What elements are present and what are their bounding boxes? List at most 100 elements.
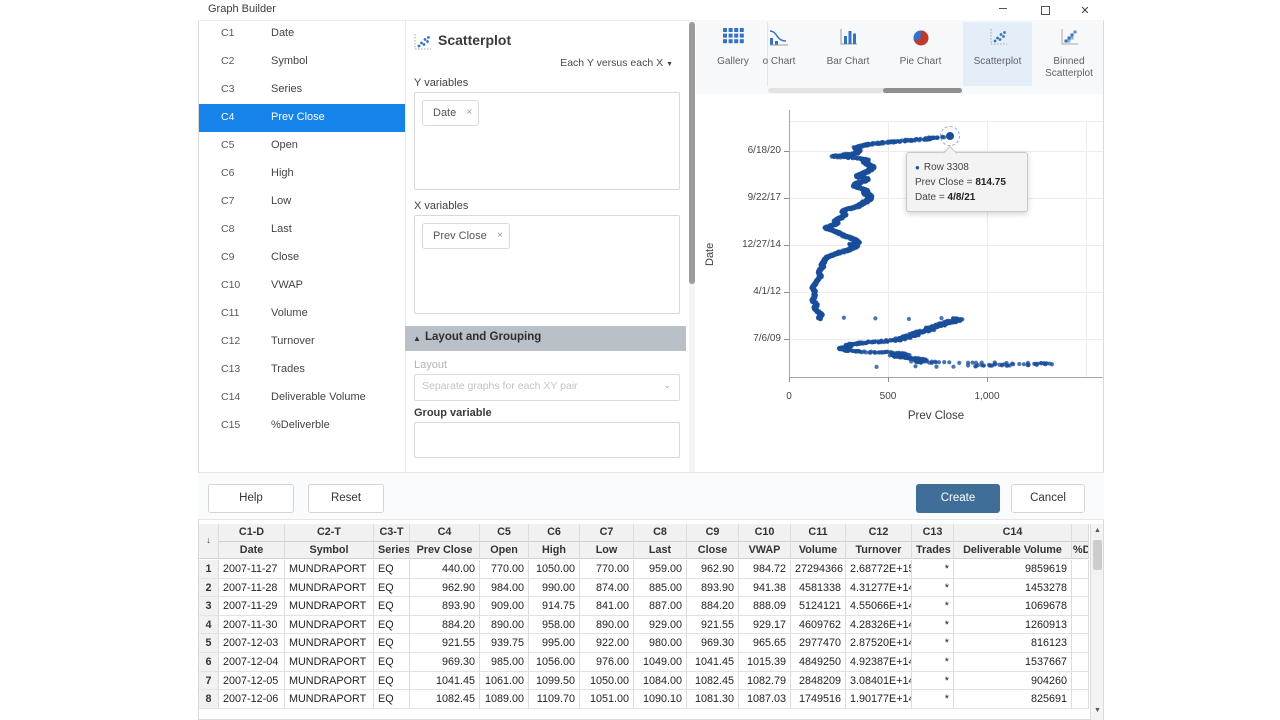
table-cell[interactable]: 841.00 [580,597,634,616]
table-cell[interactable]: 939.75 [480,634,529,653]
table-cell[interactable]: 2007-11-28 [219,579,285,598]
table-cell[interactable]: 4.31277E+14 [846,579,912,598]
scroll-up-icon[interactable]: ▲ [1091,527,1104,534]
row-number[interactable]: 6 [199,653,219,672]
variable-row-c2[interactable]: C2Symbol [199,48,405,76]
layout-dropdown[interactable]: Separate graphs for each XY pair ⌄ [414,374,680,401]
table-cell[interactable]: 770.00 [580,560,634,579]
table-cell[interactable]: 1051.00 [580,690,634,709]
table-cell[interactable]: 2007-11-27 [219,560,285,579]
table-cell[interactable]: 440.00 [410,560,480,579]
table-cell[interactable]: 27294366 [791,560,846,579]
column-name-C2-T[interactable]: Symbol [285,542,374,559]
column-id-C9[interactable]: C9 [687,524,739,542]
table-cell[interactable]: 2007-12-05 [219,672,285,691]
table-cell[interactable]: 3.08401E+14 [846,672,912,691]
column-id-C3-T[interactable]: C3-T [374,524,410,542]
worksheet-scrollbar[interactable]: ▲ ▼ [1090,524,1103,720]
table-cell[interactable]: 888.09 [739,597,791,616]
table-cell[interactable]: 921.55 [687,616,739,635]
gallery-tile-o-chart[interactable]: o Chart [748,22,810,86]
gallery-tile-pie-chart[interactable]: Pie Chart [884,22,957,86]
table-cell[interactable]: 1082.45 [410,690,480,709]
variable-row-c11[interactable]: C11Volume [199,300,405,328]
table-cell[interactable]: 984.72 [739,560,791,579]
table-cell[interactable]: 2007-12-04 [219,653,285,672]
table-cell[interactable]: * [912,653,954,672]
table-cell[interactable]: 1069678 [954,597,1072,616]
table-cell[interactable]: 1749516 [791,690,846,709]
scroll-down-icon[interactable]: ▼ [1091,707,1104,714]
variable-row-c3[interactable]: C3Series [199,76,405,104]
row-number[interactable]: 3 [199,597,219,616]
table-cell[interactable]: 4581338 [791,579,846,598]
table-cell[interactable]: 770.00 [480,560,529,579]
table-cell[interactable]: 1081.30 [687,690,739,709]
row-number[interactable]: 8 [199,690,219,709]
table-cell[interactable]: * [912,690,954,709]
variable-row-c15[interactable]: C15%Deliverble [199,412,405,440]
row-number[interactable]: 2 [199,579,219,598]
table-cell[interactable]: 929.17 [739,616,791,635]
y-variable-chip[interactable]: Date× [422,100,479,126]
group-variable-box[interactable] [414,422,680,458]
column-name-partial[interactable]: %D [1072,542,1089,559]
table-cell[interactable]: 2977470 [791,634,846,653]
table-cell[interactable]: 887.00 [634,597,687,616]
table-cell[interactable]: 884.20 [687,597,739,616]
help-button[interactable]: Help [208,484,294,513]
column-id-C5[interactable]: C5 [480,524,529,542]
variable-row-c14[interactable]: C14Deliverable Volume [199,384,405,412]
column-name-C8[interactable]: Last [634,542,687,559]
table-cell[interactable]: 9859619 [954,560,1072,579]
x-variable-chip[interactable]: Prev Close× [422,223,510,249]
table-cell[interactable]: 1109.70 [529,690,580,709]
table-cell[interactable]: EQ [374,690,410,709]
table-cell[interactable]: 969.30 [410,653,480,672]
table-cell[interactable]: * [912,560,954,579]
table-cell[interactable]: MUNDRAPORT [285,579,374,598]
variable-row-c7[interactable]: C7Low [199,188,405,216]
column-name-C10[interactable]: VWAP [739,542,791,559]
table-cell[interactable]: 962.90 [687,560,739,579]
table-cell[interactable]: 2.87520E+14 [846,634,912,653]
column-name-C6[interactable]: High [529,542,580,559]
variable-row-c5[interactable]: C5Open [199,132,405,160]
minimize-icon[interactable] [996,4,1010,17]
table-cell[interactable]: EQ [374,579,410,598]
table-cell[interactable]: 1099.50 [529,672,580,691]
table-cell[interactable]: 962.90 [410,579,480,598]
remove-chip-icon[interactable]: × [497,224,503,248]
gallery-tile-binned-scatterplot[interactable]: Binned Scatterplot [1035,22,1103,86]
table-cell[interactable]: 1260913 [954,616,1072,635]
table-cell[interactable]: MUNDRAPORT [285,597,374,616]
column-id-C13[interactable]: C13 [912,524,954,542]
table-cell[interactable]: 1090.10 [634,690,687,709]
row-number[interactable]: 1 [199,560,219,579]
table-cell[interactable]: 1056.00 [529,653,580,672]
table-corner-cell[interactable]: ↓ [199,524,219,559]
table-cell[interactable]: 1537667 [954,653,1072,672]
variable-row-c9[interactable]: C9Close [199,244,405,272]
column-name-C13[interactable]: Trades [912,542,954,559]
create-button[interactable]: Create [916,484,1000,513]
table-cell[interactable]: 1084.00 [634,672,687,691]
table-cell[interactable]: MUNDRAPORT [285,690,374,709]
table-cell[interactable]: EQ [374,634,410,653]
table-cell[interactable]: * [912,634,954,653]
table-cell[interactable]: MUNDRAPORT [285,616,374,635]
table-cell[interactable]: 4849250 [791,653,846,672]
table-cell[interactable]: * [912,579,954,598]
variable-row-c1[interactable]: C1Date [199,20,405,48]
restore-icon[interactable] [1038,4,1052,17]
table-cell[interactable]: 941.38 [739,579,791,598]
table-cell[interactable] [1072,616,1089,635]
column-id-C1-D[interactable]: C1-D [219,524,285,542]
table-cell[interactable]: 4.55066E+14 [846,597,912,616]
table-cell[interactable] [1072,690,1089,709]
table-cell[interactable]: 1061.00 [480,672,529,691]
column-id-C12[interactable]: C12 [846,524,912,542]
table-cell[interactable]: EQ [374,616,410,635]
table-cell[interactable] [1072,560,1089,579]
column-id-partial[interactable] [1072,524,1089,542]
